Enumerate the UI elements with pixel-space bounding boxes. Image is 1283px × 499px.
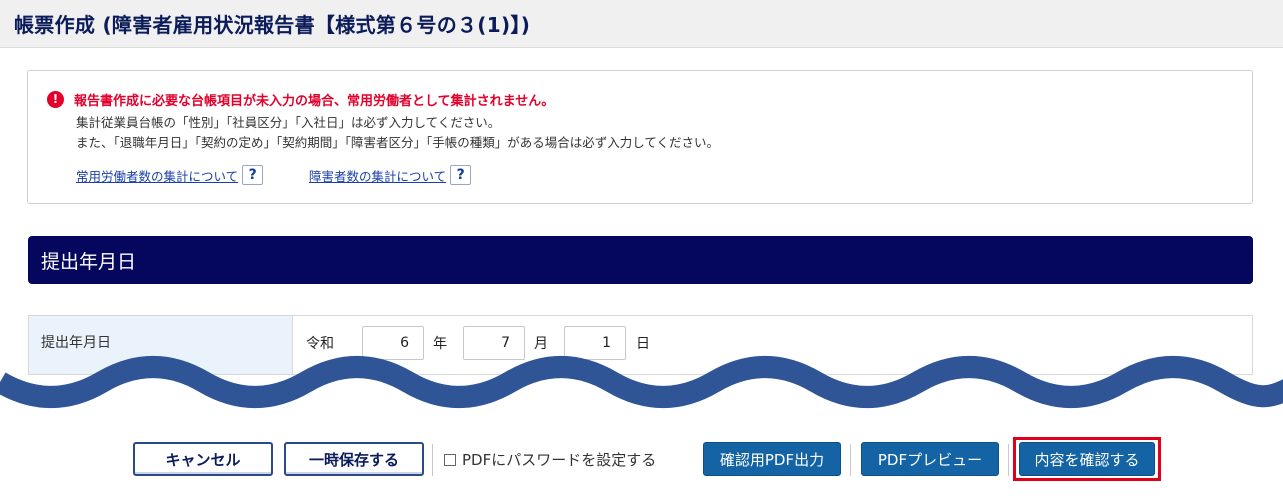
page-header: 帳票作成 (障害者雇用状況報告書【様式第６号の３(1)】) xyxy=(0,0,1283,48)
section-title: 提出年月日 xyxy=(41,251,137,273)
pdf-password-checkbox[interactable]: PDFにパスワードを設定する xyxy=(444,449,656,470)
divider xyxy=(850,444,851,476)
exclamation-icon: ! xyxy=(47,91,64,108)
notice-line-1: 集計従業員台帳の「性別」「社員区分」「入社日」は必ず入力してください。 xyxy=(76,115,501,130)
notice-box: ! 報告書作成に必要な台帳項目が未入力の場合、常用労働者として集計されません。 … xyxy=(27,70,1253,204)
page-break-wave xyxy=(0,356,1283,408)
page-title: 帳票作成 (障害者雇用状況報告書【様式第６号の３(1)】) xyxy=(14,13,531,37)
save-draft-button[interactable]: 一時保存する xyxy=(284,442,424,476)
notice-warning: 報告書作成に必要な台帳項目が未入力の場合、常用労働者として集計されません。 xyxy=(74,94,555,109)
checkbox-icon[interactable] xyxy=(444,453,456,466)
section-header-submit-date: 提出年月日 xyxy=(28,236,1253,284)
help-question-icon[interactable]: ? xyxy=(242,165,264,185)
pdf-password-label: PDFにパスワードを設定する xyxy=(462,451,657,469)
help-link-disabled-workers[interactable]: 障害者数の集計について xyxy=(309,166,446,185)
help-question-icon[interactable]: ? xyxy=(450,165,472,185)
help-regular-workers: 常用労働者数の集計について ? xyxy=(76,165,264,185)
help-link-regular-workers[interactable]: 常用労働者数の集計について xyxy=(76,166,238,185)
help-disabled-workers: 障害者数の集計について ? xyxy=(309,165,472,185)
confirm-pdf-button[interactable]: 確認用PDF出力 xyxy=(703,442,841,476)
divider xyxy=(1008,444,1009,476)
pdf-preview-button[interactable]: PDFプレビュー xyxy=(861,442,999,476)
highlight-frame xyxy=(1013,437,1161,481)
notice-line-2: また、「退職年月日」「契約の定め」「契約期間」「障害者区分」「手帳の種類」がある… xyxy=(76,135,720,150)
cancel-button[interactable]: キャンセル xyxy=(133,442,273,476)
divider xyxy=(432,444,433,476)
